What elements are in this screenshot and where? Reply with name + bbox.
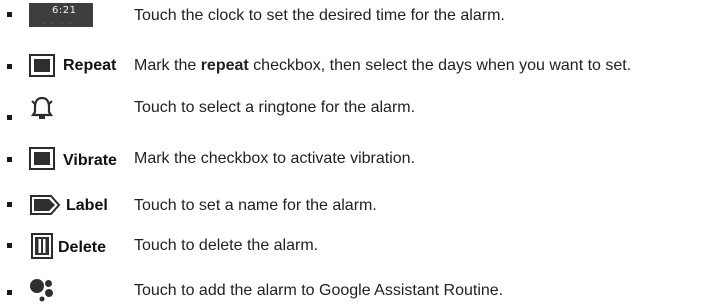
clock-time: 6:21 bbox=[52, 5, 77, 16]
item-label: Repeat bbox=[63, 57, 117, 74]
item-label: Label bbox=[66, 197, 108, 214]
label-tag-icon bbox=[30, 195, 61, 215]
bullet bbox=[7, 115, 12, 120]
item-description: Touch the clock to set the desired time … bbox=[134, 7, 505, 24]
trash-can-icon bbox=[31, 233, 53, 259]
bullet bbox=[7, 243, 12, 248]
list-item: Touch to select a ringtone for the alarm… bbox=[0, 95, 722, 121]
list-item: Repeat Mark the repeat checkbox, then se… bbox=[0, 54, 722, 80]
item-description: Touch to add the alarm to Google Assista… bbox=[134, 282, 504, 299]
item-description: Mark the checkbox to activate vibration. bbox=[134, 150, 416, 167]
checkbox-icon bbox=[29, 147, 55, 170]
item-description: Touch to select a ringtone for the alarm… bbox=[134, 99, 416, 116]
list-item: Label Touch to set a name for the alarm. bbox=[0, 193, 722, 219]
bullet bbox=[7, 157, 12, 162]
clock-preview-icon: 6:21 · · · · bbox=[29, 3, 93, 27]
list-item: 6:21 · · · · Touch the clock to set the … bbox=[0, 3, 722, 29]
list-item: Touch to add the alarm to Google Assista… bbox=[0, 278, 722, 304]
item-description: Touch to set a name for the alarm. bbox=[134, 197, 377, 214]
item-label: Vibrate bbox=[63, 152, 117, 169]
ringtone-bell-icon bbox=[30, 96, 54, 119]
bullet bbox=[7, 64, 12, 69]
checkbox-icon bbox=[29, 54, 55, 77]
bullet bbox=[7, 290, 12, 295]
item-label: Delete bbox=[58, 239, 107, 256]
list-item: Vibrate Mark the checkbox to activate vi… bbox=[0, 147, 722, 173]
item-description: Mark the repeat checkbox, then select th… bbox=[134, 57, 632, 74]
google-assistant-icon bbox=[30, 279, 53, 302]
bullet bbox=[7, 12, 12, 17]
bullet bbox=[7, 202, 12, 207]
list-item: Delete Touch to delete the alarm. bbox=[0, 233, 722, 259]
item-description: Touch to delete the alarm. bbox=[134, 237, 319, 254]
